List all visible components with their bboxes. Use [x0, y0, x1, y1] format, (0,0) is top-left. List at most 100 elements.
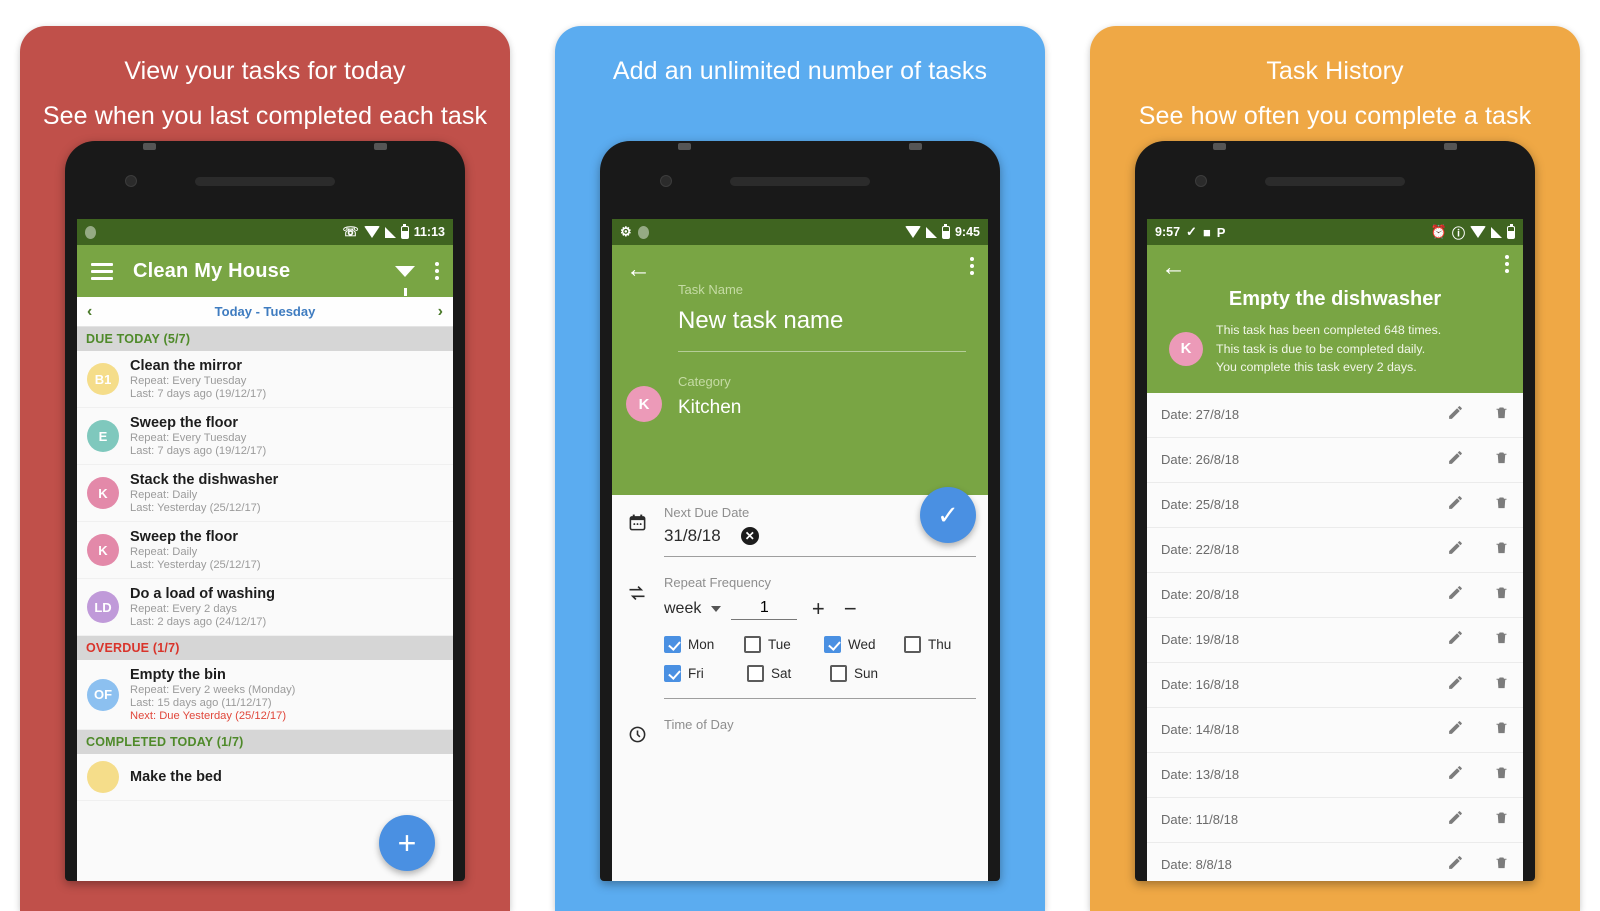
add-task-fab[interactable]: + [379, 815, 435, 871]
trash-icon[interactable] [1494, 584, 1509, 606]
kebab-icon[interactable] [435, 262, 439, 280]
pencil-icon[interactable] [1447, 764, 1464, 786]
weekday-mon[interactable]: Mon [664, 636, 736, 653]
task-repeat: Repeat: Every Tuesday [130, 432, 247, 444]
task-row[interactable]: Make the bed [77, 754, 453, 801]
history-row[interactable]: Date: 22/8/18 [1147, 527, 1523, 573]
pencil-icon[interactable] [1447, 404, 1464, 426]
weekday-label: Thu [928, 637, 952, 652]
task-row[interactable]: K Stack the dishwasher Repeat: Daily Las… [77, 465, 453, 522]
history-row[interactable]: Date: 14/8/18 [1147, 707, 1523, 753]
save-task-fab[interactable]: ✓ [920, 487, 976, 543]
category-row[interactable]: K Category Kitchen [626, 374, 974, 422]
checkbox-mon[interactable] [664, 636, 681, 653]
task-repeat: Repeat: Every 2 days [130, 603, 237, 615]
p-icon: P [1216, 224, 1226, 240]
history-row[interactable]: Date: 19/8/18 [1147, 617, 1523, 663]
panel-subtitle: See how often you complete a task [1138, 102, 1532, 130]
pencil-icon[interactable] [1447, 629, 1464, 651]
edit-task-header: ← Task Name New task name K Category Kit… [612, 245, 988, 495]
task-row[interactable]: LD Do a load of washing Repeat: Every 2 … [77, 579, 453, 636]
back-arrow-icon[interactable]: ← [1161, 255, 1186, 280]
task-repeat: Repeat: Daily [130, 489, 198, 501]
kebab-icon[interactable] [970, 257, 974, 275]
pencil-icon[interactable] [1447, 809, 1464, 831]
trash-icon[interactable] [1494, 809, 1509, 831]
trash-icon[interactable] [1494, 719, 1509, 741]
back-arrow-icon[interactable]: ← [626, 257, 651, 282]
checkbox-wed[interactable] [824, 636, 841, 653]
pencil-icon[interactable] [1447, 584, 1464, 606]
history-row[interactable]: Date: 16/8/18 [1147, 662, 1523, 708]
panel-title: View your tasks for today [124, 57, 406, 85]
trash-icon[interactable] [1494, 539, 1509, 561]
avatar: B1 [87, 363, 119, 395]
weekday-fri[interactable]: Fri [664, 665, 739, 682]
task-row[interactable]: K Sweep the floor Repeat: Daily Last: Ye… [77, 522, 453, 579]
history-date: Date: 8/8/18 [1161, 857, 1232, 873]
phone-screen: ⚙ 9:45 ← Task Name New task name K Categ… [612, 219, 988, 881]
trash-icon[interactable] [1494, 494, 1509, 516]
trash-icon[interactable] [1494, 629, 1509, 651]
history-row[interactable]: Date: 13/8/18 [1147, 752, 1523, 798]
weekday-wed[interactable]: Wed [824, 636, 896, 653]
task-repeat: Repeat: Daily [130, 546, 198, 558]
history-row[interactable]: Date: 27/8/18 [1147, 392, 1523, 438]
task-row[interactable]: B1 Clean the mirror Repeat: Every Tuesda… [77, 351, 453, 408]
task-row[interactable]: OF Empty the bin Repeat: Every 2 weeks (… [77, 660, 453, 730]
chevron-down-icon[interactable] [711, 606, 722, 612]
weekday-sat[interactable]: Sat [747, 665, 822, 682]
trash-icon[interactable] [1494, 854, 1509, 876]
pencil-icon[interactable] [1447, 449, 1464, 471]
increment-button[interactable]: + [807, 596, 829, 622]
kebab-icon[interactable] [1505, 255, 1509, 273]
weekday-sun[interactable]: Sun [830, 665, 905, 682]
history-row[interactable]: Date: 26/8/18 [1147, 437, 1523, 483]
next-day-button[interactable]: › [438, 303, 443, 321]
history-row[interactable]: Date: 25/8/18 [1147, 482, 1523, 528]
pencil-icon[interactable] [1447, 719, 1464, 741]
decrement-button[interactable]: − [839, 596, 861, 622]
trash-icon[interactable] [1494, 764, 1509, 786]
hamburger-icon[interactable] [91, 262, 113, 280]
weekday-thu[interactable]: Thu [904, 636, 976, 653]
trash-icon[interactable] [1494, 674, 1509, 696]
checkbox-fri[interactable] [664, 665, 681, 682]
square-icon: ■ [1202, 224, 1211, 240]
time-of-day-row[interactable]: Time of Day [624, 717, 976, 750]
funnel-icon[interactable] [395, 265, 415, 296]
repeat-count-input[interactable]: 1 [731, 599, 798, 620]
checkbox-tue[interactable] [744, 636, 761, 653]
pencil-icon[interactable] [1447, 494, 1464, 516]
trash-icon[interactable] [1494, 449, 1509, 471]
category-value[interactable]: Kitchen [678, 397, 741, 419]
clock-icon [624, 717, 650, 744]
category-avatar: K [626, 386, 662, 422]
task-row[interactable]: E Sweep the floor Repeat: Every Tuesday … [77, 408, 453, 465]
current-day-label[interactable]: Today - Tuesday [92, 304, 437, 319]
panel-history: Task History See how often you complete … [1090, 26, 1580, 911]
status-dot-icon [637, 225, 649, 239]
task-name: Do a load of washing [130, 586, 276, 602]
pencil-icon[interactable] [1447, 854, 1464, 876]
battery-icon [400, 223, 409, 239]
history-row[interactable]: Date: 20/8/18 [1147, 572, 1523, 618]
pencil-icon[interactable] [1447, 674, 1464, 696]
status-dot-icon [85, 225, 96, 239]
history-row[interactable]: Date: 8/8/18 [1147, 842, 1523, 881]
pencil-icon[interactable] [1447, 539, 1464, 561]
clear-icon[interactable]: ✕ [740, 527, 759, 545]
phone-nub-left [678, 143, 691, 150]
checkbox-sat[interactable] [747, 665, 764, 682]
weekday-tue[interactable]: Tue [744, 636, 816, 653]
next-due-date-value[interactable]: 31/8/18 [664, 526, 721, 546]
checkbox-thu[interactable] [904, 636, 921, 653]
status-bar: ☏ 11:13 [77, 219, 453, 245]
wifi-icon [1470, 226, 1486, 238]
checkbox-sun[interactable] [830, 665, 847, 682]
task-name-input[interactable]: New task name [678, 307, 974, 335]
section-header-completed: COMPLETED TODAY (1/7) [77, 730, 453, 754]
history-row[interactable]: Date: 11/8/18 [1147, 797, 1523, 843]
repeat-unit-select[interactable]: week [664, 600, 701, 618]
trash-icon[interactable] [1494, 404, 1509, 426]
